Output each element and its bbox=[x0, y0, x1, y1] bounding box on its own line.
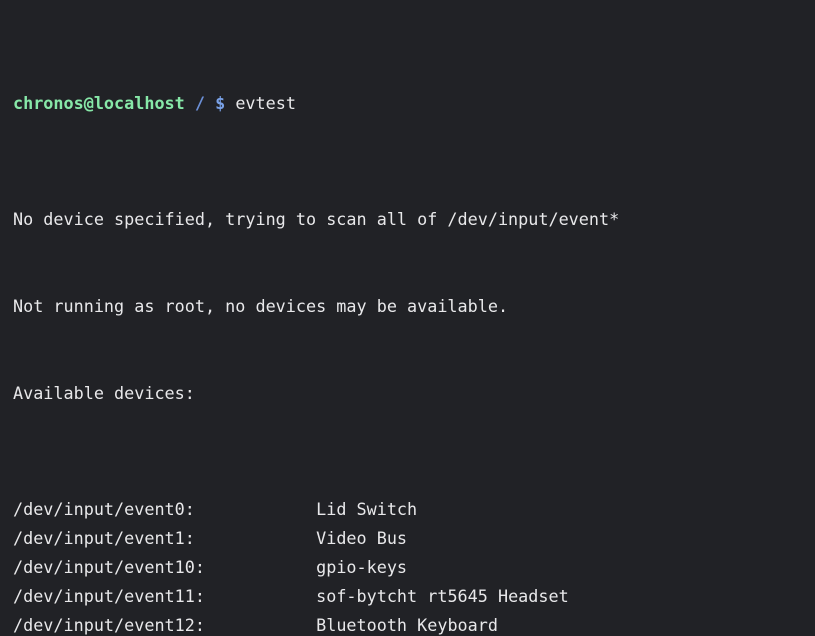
device-column-gap bbox=[205, 557, 316, 577]
device-path: /dev/input/event12: bbox=[13, 615, 205, 635]
device-column-gap bbox=[205, 615, 316, 635]
device-name: sof-bytcht rt5645 Headset bbox=[316, 586, 569, 606]
device-row: /dev/input/event12: Bluetooth Keyboard bbox=[13, 611, 815, 636]
prompt-line: chronos@localhost / $ evtest bbox=[13, 89, 815, 118]
prompt-cwd: / bbox=[194, 93, 205, 113]
device-column-gap bbox=[205, 586, 316, 606]
device-name: Video Bus bbox=[316, 528, 408, 548]
device-path: /dev/input/event10: bbox=[13, 557, 205, 577]
terminal-screen[interactable]: chronos@localhost / $ evtest No device s… bbox=[13, 2, 815, 636]
prompt-space-3 bbox=[225, 93, 235, 113]
prompt-user-host: chronos@localhost bbox=[13, 93, 185, 113]
prompt-space-1 bbox=[185, 93, 195, 113]
output-message: Available devices: bbox=[13, 383, 195, 403]
command-text: evtest bbox=[235, 93, 296, 113]
device-row: /dev/input/event10: gpio-keys bbox=[13, 553, 815, 582]
device-path: /dev/input/event11: bbox=[13, 586, 205, 606]
device-name: gpio-keys bbox=[316, 557, 408, 577]
device-row: /dev/input/event0: Lid Switch bbox=[13, 495, 815, 524]
terminal-window[interactable]: chronos@localhost / $ evtest No device s… bbox=[0, 0, 815, 636]
output-message: No device specified, trying to scan all … bbox=[13, 209, 620, 229]
device-column-gap bbox=[195, 528, 316, 548]
device-name: Lid Switch bbox=[316, 499, 418, 519]
device-path: /dev/input/event1: bbox=[13, 528, 195, 548]
device-name: Bluetooth Keyboard bbox=[316, 615, 498, 635]
device-row: /dev/input/event1: Video Bus bbox=[13, 524, 815, 553]
device-row: /dev/input/event11: sof-bytcht rt5645 He… bbox=[13, 582, 815, 611]
device-list: /dev/input/event0: Lid Switch/dev/input/… bbox=[13, 495, 815, 636]
prompt-space-2 bbox=[205, 93, 215, 113]
device-path: /dev/input/event0: bbox=[13, 499, 195, 519]
output-message: Not running as root, no devices may be a… bbox=[13, 296, 509, 316]
prompt-sigil: $ bbox=[215, 93, 226, 113]
device-column-gap bbox=[195, 499, 316, 519]
